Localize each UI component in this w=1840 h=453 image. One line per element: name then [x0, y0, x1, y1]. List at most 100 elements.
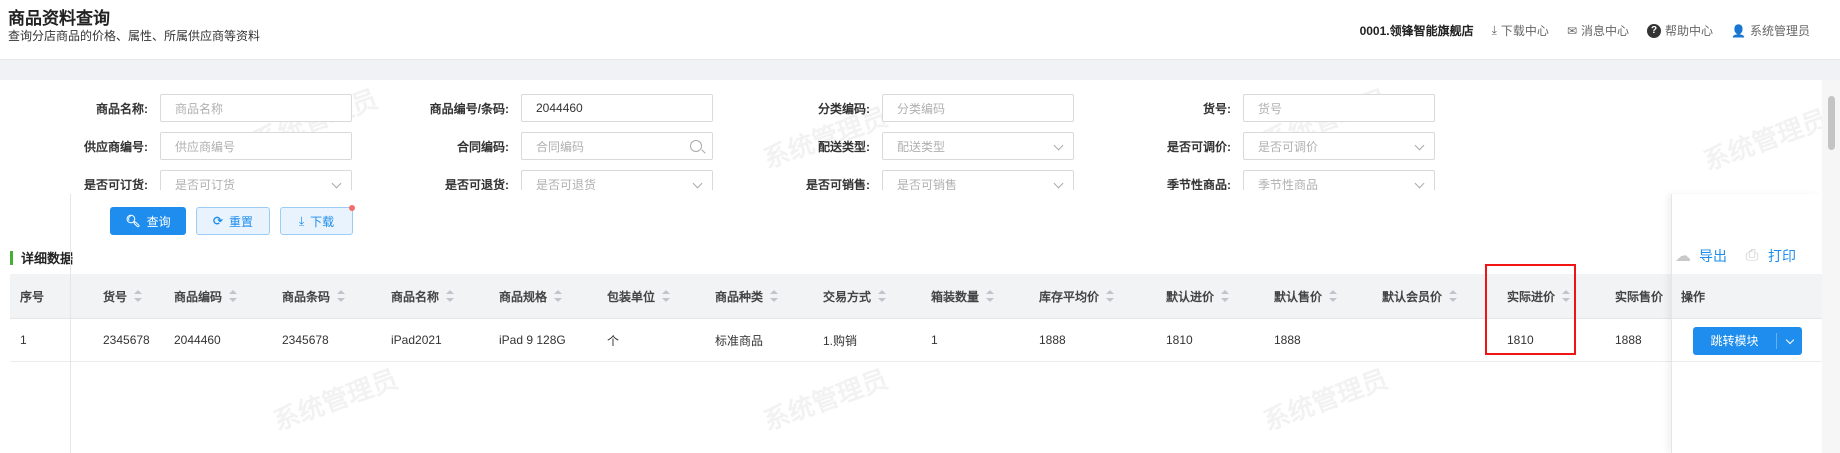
sellable-select[interactable]: 是否可销售 — [882, 170, 1074, 190]
filter-label: 是否可销售: — [806, 177, 870, 191]
column-header[interactable]: 箱装数量 — [931, 274, 995, 318]
column-header[interactable]: 包装单位 — [607, 274, 671, 318]
filter-label: 供应商编号: — [84, 139, 148, 154]
watermark: 系统管理员 — [1259, 363, 1392, 437]
vertical-scrollbar[interactable] — [1822, 80, 1840, 453]
filter-label: 合同编码: — [457, 139, 509, 154]
jump-module-button[interactable]: 跳转模块 — [1693, 327, 1802, 355]
filter-label: 货号: — [1203, 101, 1231, 116]
watermark: 系统管理员 — [759, 363, 892, 437]
orderable-select[interactable]: 是否可订货 — [160, 170, 352, 190]
column-header[interactable]: 库存平均价 — [1039, 274, 1115, 318]
returnable-select[interactable]: 是否可退货 — [521, 170, 713, 190]
scrollbar-thumb[interactable] — [1828, 96, 1835, 150]
filter-product-code: 商品编号/条码: 2044460 — [361, 94, 713, 122]
sort-icon[interactable] — [662, 290, 671, 302]
sort-icon[interactable] — [1562, 290, 1571, 302]
help-center-label: 帮助中心 — [1665, 24, 1714, 38]
column-header[interactable]: 交易方式 — [823, 274, 887, 318]
sort-icon[interactable] — [229, 290, 238, 302]
download-button-label: 下载 — [310, 214, 335, 229]
supplier-code-input[interactable]: 供应商编号 — [160, 132, 352, 160]
help-center-link[interactable]: ? 帮助中心 — [1647, 22, 1713, 39]
table-cell: 标准商品 — [715, 333, 764, 348]
item-no-input[interactable]: 货号 — [1243, 94, 1435, 122]
filter-label: 商品编号/条码: — [429, 101, 509, 116]
print-button[interactable]: ⎙ 打印 — [1741, 246, 1796, 266]
user-menu[interactable]: 👤 系统管理员 — [1731, 22, 1810, 39]
table-cell: 1888 — [1039, 333, 1066, 347]
export-button[interactable]: ☁ 导出 — [1672, 246, 1727, 266]
seasonal-select[interactable]: 季节性商品 — [1243, 170, 1435, 190]
table-tools: ☁ 导出 ⎙ 打印 — [1672, 246, 1796, 266]
column-header[interactable]: 货号 — [103, 274, 143, 318]
table-cell: 1888 — [1615, 333, 1642, 347]
sort-icon[interactable] — [878, 290, 887, 302]
filter-supplier-code: 供应商编号: 供应商编号 — [0, 132, 352, 160]
chevron-down-icon — [1053, 140, 1064, 151]
filter-item-no: 货号: 货号 — [1083, 94, 1435, 122]
column-header[interactable]: 默认售价 — [1274, 274, 1338, 318]
message-center-link[interactable]: ✉ 消息中心 — [1567, 22, 1629, 39]
column-header[interactable]: 商品编码 — [174, 274, 238, 318]
table-cell: 个 — [607, 333, 620, 348]
filter-row-2: 供应商编号: 供应商编号 合同编码: 合同编码 配送类型: 配送类型 是否可调价… — [0, 132, 1820, 160]
column-header[interactable]: 商品规格 — [499, 274, 563, 318]
reset-button[interactable]: ⟳ 重置 — [196, 207, 270, 235]
search-icon[interactable] — [690, 140, 702, 152]
column-header[interactable]: 默认进价 — [1166, 274, 1230, 318]
user-name: 系统管理员 — [1749, 24, 1810, 38]
sort-icon[interactable] — [770, 290, 779, 302]
sort-icon[interactable] — [986, 290, 995, 302]
table-cell: 1810 — [1507, 333, 1534, 347]
top-bar: 商品资料查询 查询分店商品的价格、属性、所属供应商等资料 0001.领锋智能旗舰… — [0, 0, 1840, 60]
filter-label: 配送类型: — [818, 139, 870, 154]
table-row[interactable]: 1 2345678 2044460 2345678 iPad2021 iPad … — [10, 319, 1822, 362]
filter-price-adjustable: 是否可调价: 是否可调价 — [1083, 132, 1435, 160]
table-cell: 2345678 — [282, 333, 329, 347]
query-button[interactable]: 🔍︎ 查询 — [110, 207, 186, 235]
sort-icon[interactable] — [1221, 290, 1230, 302]
filter-label: 分类编码: — [818, 101, 870, 116]
notification-dot — [349, 205, 355, 211]
sort-icon[interactable] — [1106, 290, 1115, 302]
download-center-link[interactable]: ⤓ 下载中心 — [1492, 22, 1549, 39]
download-button[interactable]: ⤓ 下载 — [280, 205, 355, 235]
print-label: 打印 — [1768, 248, 1796, 264]
column-header[interactable]: 默认会员价 — [1382, 274, 1458, 318]
chevron-down-icon — [1414, 178, 1425, 189]
main-panel: 系统管理员 系统管理员 系统管理员 系统管理员 系统管理员 系统管理员 系统管理… — [0, 80, 1832, 453]
column-header[interactable]: 商品名称 — [391, 274, 455, 318]
sort-icon[interactable] — [1449, 290, 1458, 302]
sort-icon[interactable] — [134, 290, 143, 302]
page-title: 商品资料查询 — [8, 9, 110, 28]
sort-icon[interactable] — [337, 290, 346, 302]
download-center-label: 下载中心 — [1500, 24, 1549, 38]
sort-icon[interactable] — [1329, 290, 1338, 302]
top-right-menu: 0001.领锋智能旗舰店 ⤓ 下载中心 ✉ 消息中心 ? 帮助中心 👤 系统管理… — [1360, 22, 1810, 39]
chevron-down-icon[interactable] — [1777, 335, 1802, 344]
sort-icon[interactable] — [446, 290, 455, 302]
jump-module-label[interactable]: 跳转模块 — [1693, 333, 1777, 349]
download-icon: ⤓ — [1491, 23, 1497, 37]
table-cell: 1 — [931, 333, 938, 347]
table-cell: 2345678 — [103, 333, 150, 347]
filter-delivery-type: 配送类型: 配送类型 — [722, 132, 1074, 160]
filter-returnable: 是否可退货: 是否可退货 — [361, 170, 713, 190]
delivery-type-select[interactable]: 配送类型 — [882, 132, 1074, 160]
sort-icon[interactable] — [554, 290, 563, 302]
product-code-input[interactable]: 2044460 — [521, 94, 713, 122]
chevron-down-icon — [331, 178, 342, 189]
contract-code-input[interactable]: 合同编码 — [521, 132, 713, 160]
column-header[interactable]: 实际售价 — [1615, 274, 1663, 318]
column-header[interactable]: 商品种类 — [715, 274, 779, 318]
price-adjustable-select[interactable]: 是否可调价 — [1243, 132, 1435, 160]
category-code-input[interactable]: 分类编码 — [882, 94, 1074, 122]
filter-label: 是否可退货: — [445, 177, 509, 191]
column-header[interactable]: 实际进价 — [1507, 274, 1571, 318]
filter-label: 是否可订货: — [84, 177, 148, 191]
column-header[interactable]: 商品条码 — [282, 274, 346, 318]
product-name-input[interactable]: 商品名称 — [160, 94, 352, 122]
search-icon: 🔍︎ — [125, 214, 141, 228]
table-cell: 1810 — [1166, 333, 1193, 347]
